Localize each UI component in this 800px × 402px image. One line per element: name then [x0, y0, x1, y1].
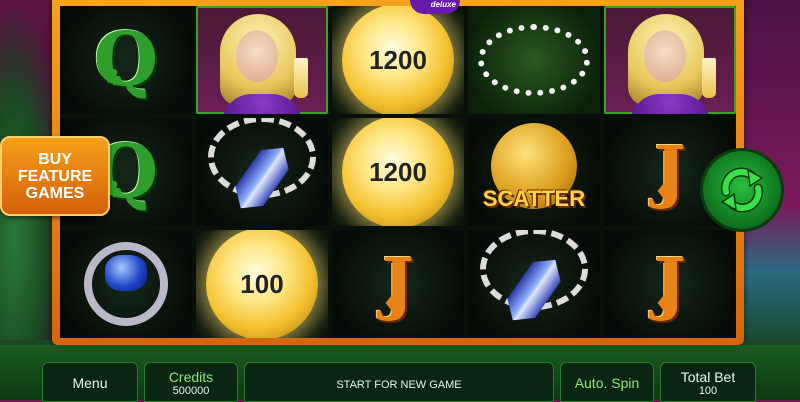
- reel-cell: [196, 118, 328, 226]
- status-text: START FOR NEW GAME: [336, 379, 462, 391]
- club-suit-icon: ♣: [104, 66, 124, 91]
- diamond-suit-icon: ♦: [654, 180, 674, 205]
- pearl-necklace-symbol: [478, 24, 590, 96]
- reel-cell: Q ♣: [60, 6, 192, 114]
- game-logo: deluxe: [410, 0, 460, 14]
- sapphire-gem-icon: [105, 255, 147, 292]
- scatter-label: SCATTER: [482, 186, 586, 211]
- reel-cell: [196, 6, 328, 114]
- bottom-bar: Menu Credits 500000 START FOR NEW GAME A…: [0, 345, 800, 402]
- coin-value: 100: [240, 268, 284, 299]
- coin-symbol: 1200: [342, 6, 454, 114]
- coin-value: 1200: [369, 44, 427, 75]
- autospin-button[interactable]: Auto. Spin: [560, 362, 654, 402]
- lady-portrait-symbol: [196, 6, 328, 114]
- refresh-arrows-icon: [720, 167, 764, 213]
- buy-feature-label: BUY FEATURE GAMES: [17, 150, 93, 202]
- buy-feature-games-button[interactable]: BUY FEATURE GAMES: [0, 136, 110, 216]
- credits-label: Credits: [168, 369, 214, 385]
- reel-4: SCATTER: [468, 6, 600, 338]
- status-panel: START FOR NEW GAME: [244, 362, 554, 402]
- reel-cell: SCATTER: [468, 118, 600, 226]
- reel-cell: 1200: [332, 6, 464, 114]
- menu-label: Menu: [72, 375, 108, 391]
- autospin-label: Auto. Spin: [574, 375, 640, 391]
- menu-button[interactable]: Menu: [42, 362, 138, 402]
- spin-button[interactable]: [700, 148, 784, 232]
- reel-cell: [468, 6, 600, 114]
- reel-cell: J ♦: [332, 230, 464, 338]
- lady-portrait-symbol: [604, 6, 736, 114]
- credits-value: 500000: [172, 385, 210, 397]
- coin-symbol: 1200: [342, 118, 454, 226]
- total-bet-label: Total Bet: [680, 369, 736, 385]
- reel-cell: 100: [196, 230, 328, 338]
- reel-3: 1200 1200 J ♦: [332, 6, 464, 338]
- reels-area: Q ♣ Q ♣ 100 1200 1200 J ♦ SCATTER J ♦ J ♦: [60, 6, 736, 338]
- reel-cell: J ♦: [604, 230, 736, 338]
- coin-symbol: 100: [206, 230, 318, 338]
- total-bet-value: 100: [698, 385, 718, 397]
- diamond-suit-icon: ♦: [382, 292, 402, 317]
- reel-2: 100: [196, 6, 328, 338]
- reel-cell: 1200: [332, 118, 464, 226]
- reel-cell: [604, 6, 736, 114]
- diamond-suit-icon: ♦: [654, 292, 674, 317]
- coin-value: 1200: [369, 156, 427, 187]
- credits-panel: Credits 500000: [144, 362, 238, 402]
- total-bet-panel[interactable]: Total Bet 100: [660, 362, 756, 402]
- reel-cell: [60, 230, 192, 338]
- reel-cell: [468, 230, 600, 338]
